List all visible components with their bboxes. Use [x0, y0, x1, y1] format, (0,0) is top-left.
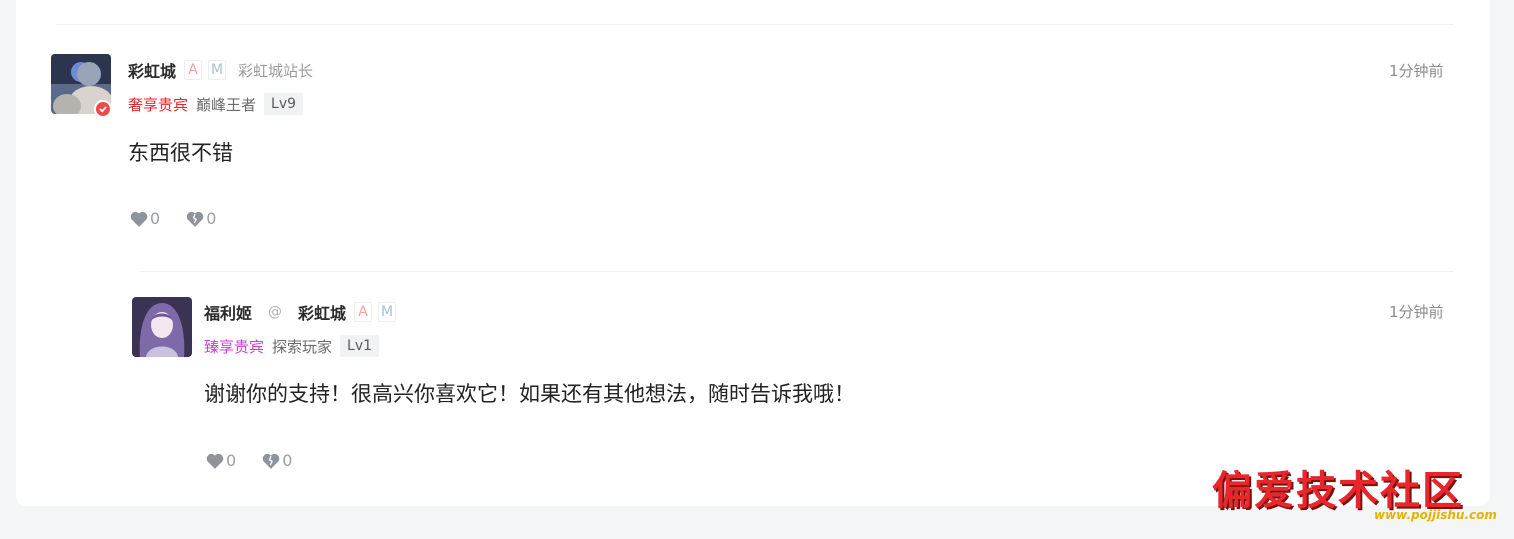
heart-icon: [130, 211, 148, 227]
reply-to-username[interactable]: 彩虹城: [298, 300, 346, 324]
reply-header: 福利姬 @ 彩虹城 A M: [204, 300, 397, 324]
rank-tag: 探索玩家: [272, 337, 333, 356]
admin-badge: A: [184, 60, 203, 80]
verified-check-icon: [94, 100, 112, 118]
reply-user-avatar[interactable]: [132, 297, 192, 357]
timestamp: 1分钟前: [1389, 62, 1444, 80]
comment-text: 东西很不错: [128, 141, 233, 165]
reply-timestamp: 1分钟前: [1389, 303, 1444, 321]
dislike-button[interactable]: 0: [186, 209, 216, 228]
reply-text: 谢谢你的支持！很高兴你喜欢它！如果还有其他想法，随时告诉我哦！: [204, 382, 855, 406]
dislike-button[interactable]: 0: [262, 451, 292, 470]
top-divider: [56, 24, 1454, 25]
rank-tag: 巅峰王者: [196, 95, 257, 114]
broken-heart-icon: [186, 211, 204, 227]
broken-heart-icon: [262, 453, 280, 469]
user-title: 彩虹城站长: [238, 61, 314, 80]
comment-actions: 0 0: [130, 209, 242, 228]
comment-user-meta: 奢享贵宾 巅峰王者 Lv9: [128, 92, 304, 116]
vip-tag: 奢享贵宾: [128, 95, 189, 114]
dislike-count: 0: [206, 209, 217, 228]
reply-username[interactable]: 福利姬: [204, 300, 252, 324]
like-button[interactable]: 0: [130, 209, 160, 228]
reply-divider: [140, 271, 1454, 272]
like-count: 0: [150, 209, 161, 228]
reply-user-meta: 臻享贵宾 探索玩家 Lv1: [204, 334, 380, 358]
comment-header: 彩虹城 A M 彩虹城站长: [128, 59, 313, 81]
moderator-badge: M: [208, 60, 227, 80]
heart-icon: [206, 453, 224, 469]
username[interactable]: 彩虹城: [128, 58, 176, 82]
like-count: 0: [226, 451, 237, 470]
like-button[interactable]: 0: [206, 451, 236, 470]
vip-tag: 臻享贵宾: [204, 337, 265, 356]
dislike-count: 0: [282, 451, 293, 470]
moderator-badge: M: [378, 302, 397, 322]
at-symbol: @: [268, 304, 283, 320]
level-badge: Lv1: [340, 335, 380, 357]
reply-actions: 0 0: [206, 451, 318, 470]
level-badge: Lv9: [264, 93, 304, 115]
watermark-url: www.pojjishu.com: [1374, 508, 1497, 522]
admin-badge: A: [354, 302, 373, 322]
site-watermark: 偏爱技术社区 www.pojjishu.com: [1208, 458, 1508, 528]
